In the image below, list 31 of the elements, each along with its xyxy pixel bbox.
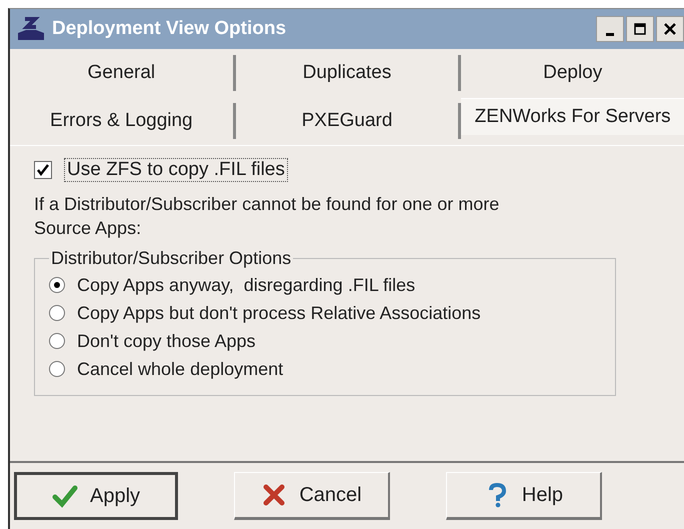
cross-icon — [261, 482, 288, 508]
apply-button[interactable]: Apply — [14, 472, 178, 520]
radio-option[interactable]: Copy Apps anyway, disregarding .FIL files — [49, 271, 605, 299]
checkbox-label: Use ZFS to copy .FIL files — [64, 158, 288, 182]
radio-option[interactable]: Don't copy those Apps — [49, 327, 605, 355]
group-title: Distributor/Subscriber Options — [50, 248, 292, 269]
radio-button[interactable] — [49, 361, 65, 377]
app-icon — [16, 16, 46, 42]
minimize-button[interactable] — [596, 16, 624, 42]
tab[interactable]: Errors & Logging — [10, 103, 236, 139]
window-title: Deployment View Options — [52, 18, 288, 40]
tab[interactable]: ZENWorks For Servers — [461, 98, 684, 134]
radio-button[interactable] — [49, 305, 65, 321]
zfs-checkbox-row[interactable]: Use ZFS to copy .FIL files — [34, 158, 660, 182]
description-text: If a Distributor/Subscriber cannot be found for one or more Source Apps: — [34, 193, 500, 240]
maximize-button[interactable] — [626, 16, 654, 42]
close-button[interactable] — [656, 16, 684, 42]
radio-option[interactable]: Copy Apps but don't process Relative Associations — [49, 299, 605, 327]
radio-option[interactable]: Cancel whole deployment — [49, 355, 605, 383]
checkbox[interactable] — [34, 161, 52, 179]
minimize-icon — [606, 32, 614, 36]
tab[interactable]: Duplicates — [236, 55, 462, 91]
close-icon — [663, 22, 677, 36]
radio-button[interactable] — [49, 333, 65, 349]
tab[interactable]: Deploy — [461, 55, 684, 91]
help-button[interactable]: Help — [446, 472, 602, 520]
radio-button[interactable] — [49, 277, 65, 293]
check-icon — [52, 483, 78, 509]
cancel-button[interactable]: Cancel — [234, 472, 390, 520]
tab[interactable]: General — [10, 55, 236, 91]
maximize-icon — [633, 22, 647, 36]
